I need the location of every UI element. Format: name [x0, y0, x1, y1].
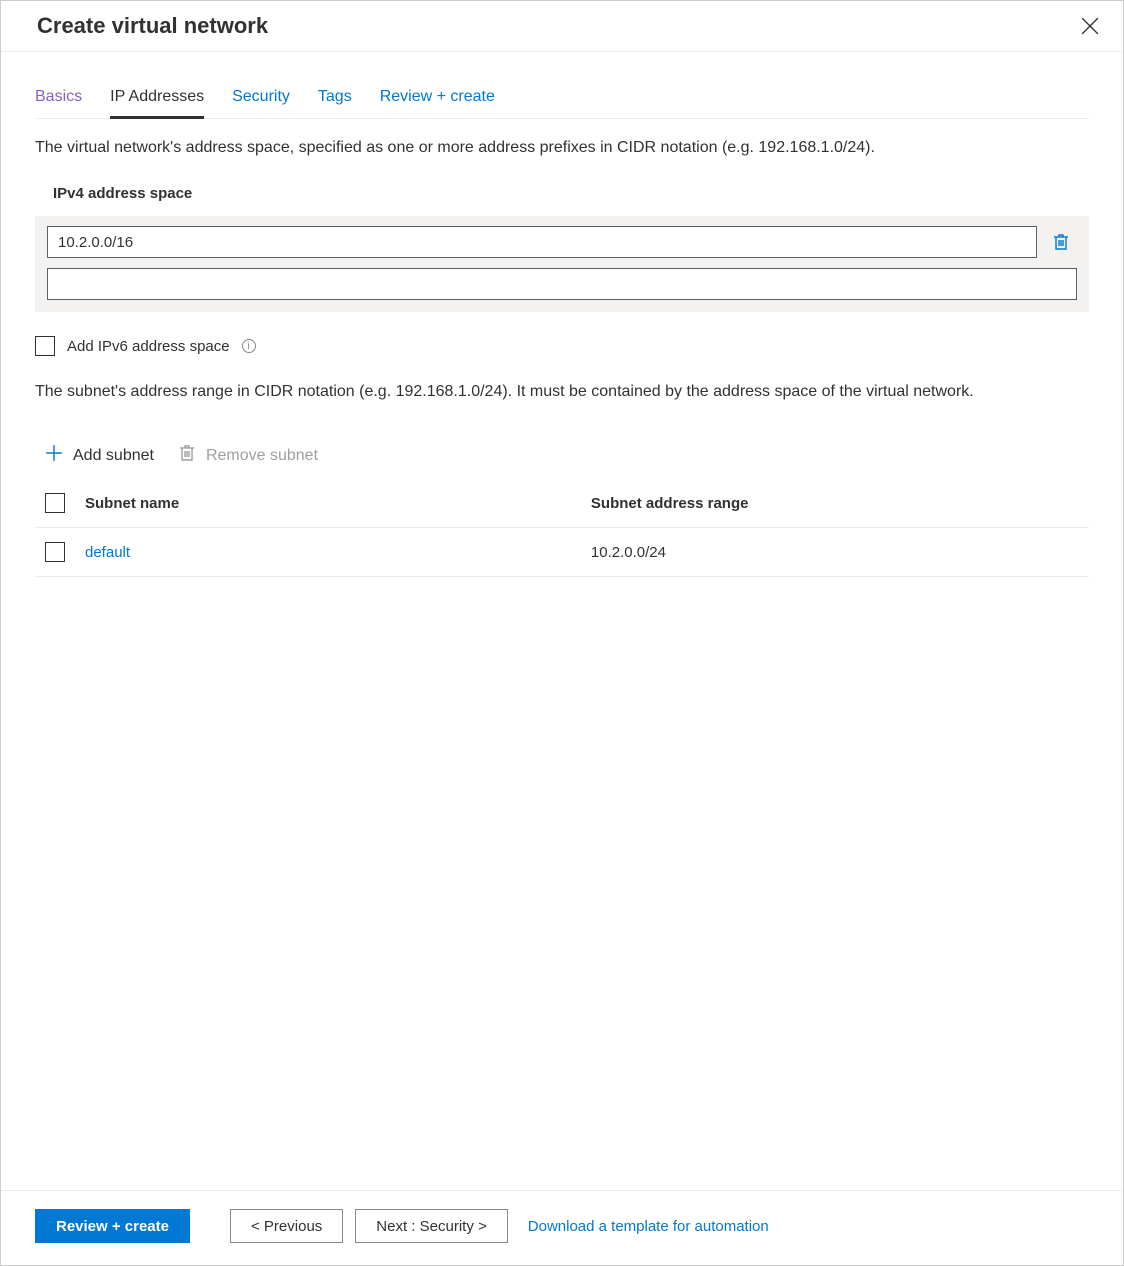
- tab-basics[interactable]: Basics: [35, 88, 82, 119]
- tab-review-create[interactable]: Review + create: [380, 88, 495, 119]
- ipv4-address-space-box: [35, 216, 1089, 312]
- column-header-subnet-name[interactable]: Subnet name: [77, 479, 583, 528]
- tab-bar: Basics IP Addresses Security Tags Review…: [35, 88, 1089, 119]
- address-space-row: [47, 226, 1077, 258]
- trash-icon: [178, 444, 196, 467]
- ipv6-checkbox-label: Add IPv6 address space: [67, 338, 230, 355]
- previous-button[interactable]: < Previous: [230, 1209, 343, 1243]
- subnet-description: The subnet's address range in CIDR notat…: [35, 380, 1089, 404]
- tab-ip-addresses[interactable]: IP Addresses: [110, 88, 204, 119]
- address-space-input-0[interactable]: [47, 226, 1037, 258]
- address-space-input-1[interactable]: [47, 268, 1077, 300]
- subnet-toolbar: Add subnet Remove subnet: [35, 444, 1089, 467]
- remove-subnet-button: Remove subnet: [178, 444, 318, 467]
- address-space-description: The virtual network's address space, spe…: [35, 137, 1089, 159]
- table-row: default 10.2.0.0/24: [35, 528, 1089, 577]
- add-subnet-label: Add subnet: [73, 447, 154, 465]
- review-create-button[interactable]: Review + create: [35, 1209, 190, 1243]
- address-space-row: [47, 268, 1077, 300]
- next-button[interactable]: Next : Security >: [355, 1209, 507, 1243]
- tab-security[interactable]: Security: [232, 88, 290, 119]
- dialog-footer: Review + create < Previous Next : Securi…: [1, 1190, 1123, 1265]
- row-checkbox[interactable]: [45, 542, 65, 562]
- delete-address-space-button[interactable]: [1045, 226, 1077, 258]
- close-icon: [1081, 17, 1099, 35]
- add-subnet-button[interactable]: Add subnet: [45, 444, 154, 467]
- subnet-table: Subnet name Subnet address range default…: [35, 479, 1089, 577]
- dialog-content: Basics IP Addresses Security Tags Review…: [1, 88, 1123, 597]
- info-icon[interactable]: i: [242, 339, 256, 353]
- subnet-range-cell: 10.2.0.0/24: [583, 528, 1089, 577]
- dialog-title: Create virtual network: [37, 13, 268, 39]
- ipv6-checkbox[interactable]: [35, 336, 55, 356]
- subnet-name-link[interactable]: default: [85, 544, 130, 561]
- column-header-subnet-range[interactable]: Subnet address range: [583, 479, 1089, 528]
- tab-tags[interactable]: Tags: [318, 88, 352, 119]
- ipv6-option-row: Add IPv6 address space i: [35, 336, 1089, 356]
- trash-icon: [1052, 233, 1070, 251]
- download-template-link[interactable]: Download a template for automation: [528, 1218, 769, 1235]
- select-all-checkbox[interactable]: [45, 493, 65, 513]
- dialog-header: Create virtual network: [1, 1, 1123, 52]
- remove-subnet-label: Remove subnet: [206, 447, 318, 465]
- plus-icon: [45, 444, 63, 467]
- ipv4-section-label: IPv4 address space: [53, 185, 1089, 202]
- close-button[interactable]: [1077, 13, 1103, 39]
